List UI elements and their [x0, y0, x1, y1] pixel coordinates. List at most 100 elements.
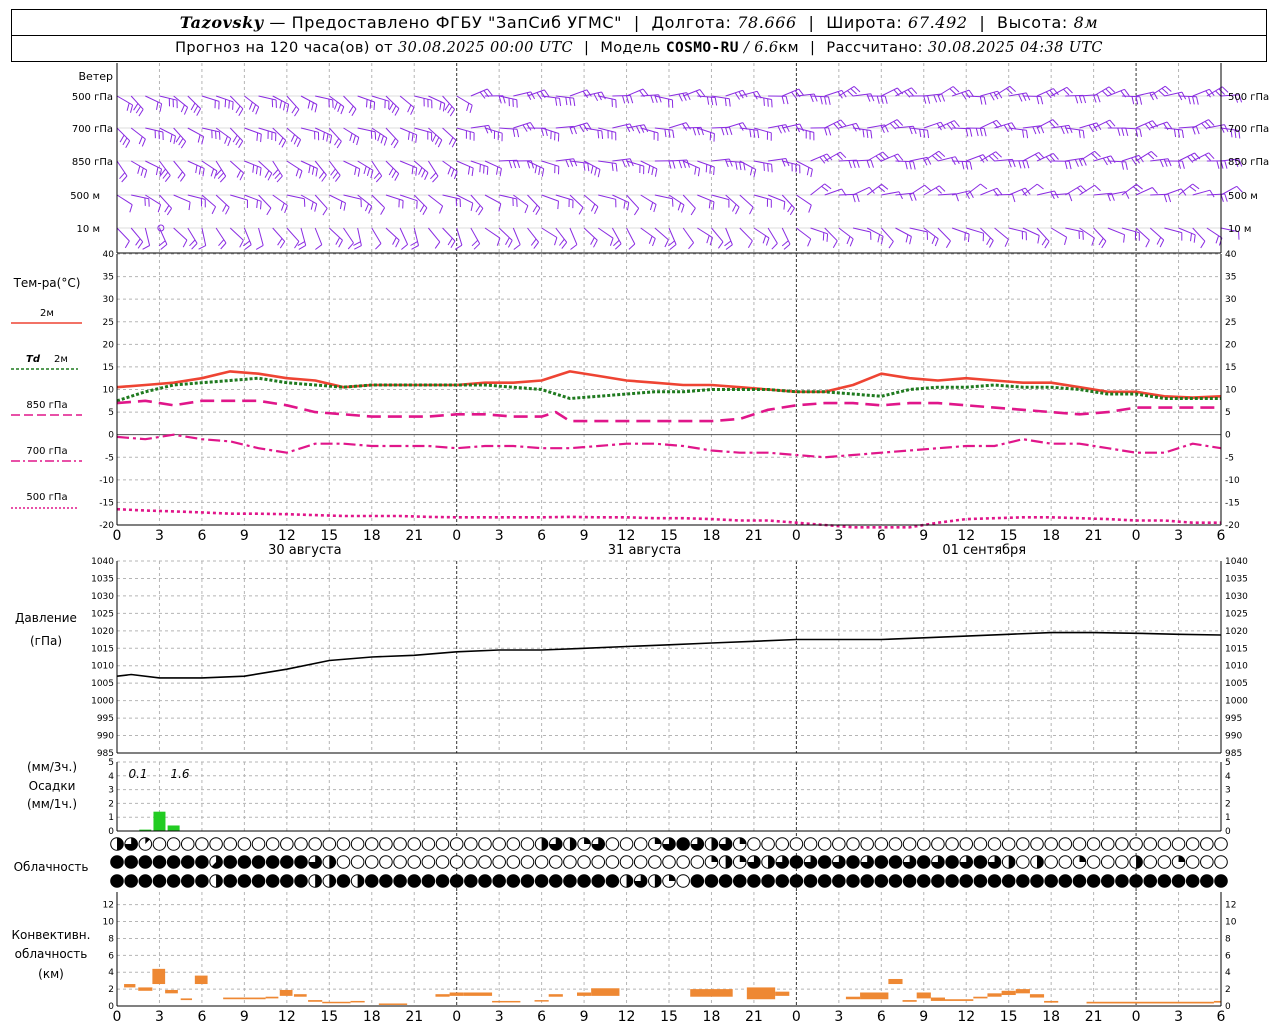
pressure-ytick-right: 1025	[1225, 609, 1248, 619]
pressure-ytick-right: 1010	[1225, 662, 1248, 672]
wind-barb-feather	[486, 166, 489, 175]
cloud-octa-circle	[350, 855, 365, 869]
wind-barb-staff	[442, 227, 456, 242]
cloud-octa-symbol	[676, 855, 690, 869]
cloud-octa-symbol	[704, 837, 719, 851]
wind-barb	[116, 127, 131, 148]
wind-barb-feather	[651, 167, 654, 176]
cloud-octa-circle	[449, 837, 464, 851]
wind-barb-staff	[371, 227, 382, 244]
wind-barb-feather	[573, 158, 578, 167]
wind-barb-feather	[791, 91, 797, 99]
wind-barb-feather	[783, 243, 791, 250]
cloud-octa-circle	[1058, 837, 1073, 851]
cloud-octa-circle	[251, 874, 266, 888]
wind-barb-feather	[256, 199, 258, 208]
wind-barb	[626, 160, 645, 175]
hour-label-bottom: 0	[113, 1009, 122, 1024]
cloud-octa-symbol	[478, 874, 492, 888]
wind-barb-feather	[635, 125, 641, 134]
cloud-octa-symbol	[846, 874, 860, 888]
hour-label-top: 12	[957, 528, 975, 544]
cloud-octa-symbol	[1044, 855, 1058, 869]
cloud-octa-symbol	[534, 874, 549, 888]
wind-barb-staff	[329, 194, 346, 204]
wind-barb	[923, 227, 939, 247]
hour-label-bottom: 12	[957, 1009, 975, 1024]
wind-barb-staff	[1079, 150, 1095, 162]
wind-barb	[470, 88, 493, 99]
wind-barb	[1008, 227, 1027, 241]
cloud-octa-symbol	[1016, 837, 1030, 851]
wind-barb-feather	[239, 172, 245, 181]
wind-barb	[272, 95, 290, 113]
wind-barb-feather	[1216, 160, 1220, 169]
cloud-octa-circle	[1214, 874, 1228, 888]
cloud-octa-circle	[492, 855, 506, 869]
cloud-octa-symbol	[945, 874, 959, 888]
wind-barb	[456, 194, 474, 212]
cloud-octa-symbol	[152, 837, 167, 851]
legend-850-label: 850 гПа	[26, 400, 67, 411]
wind-barb-feather	[159, 103, 163, 112]
cloud-octa-circle	[1044, 855, 1058, 869]
cloud-octa-circle	[761, 837, 775, 851]
wind-barb-feather	[819, 156, 826, 164]
wind-barb-staff	[527, 194, 541, 209]
conv-ytick-left: 4	[108, 968, 114, 978]
wind-barb-staff	[1022, 95, 1041, 97]
wind-barb-staff	[555, 227, 568, 243]
conv-cloud-bar	[194, 975, 208, 985]
cloud-octa-symbol	[548, 837, 563, 851]
wind-barb-staff	[428, 194, 443, 207]
wind-barb-feather	[339, 201, 343, 210]
wind-barb	[541, 160, 560, 175]
cloud-octa-symbol	[563, 855, 577, 869]
wind-barb-staff	[215, 194, 230, 208]
wind-barb-feather	[198, 166, 202, 175]
wind-barb-feather	[137, 241, 144, 249]
cloud-octa-circle	[223, 855, 238, 869]
wind-barb-staff	[173, 160, 186, 176]
temp-ytick-right: 30	[1225, 295, 1237, 305]
wind-barb	[343, 160, 361, 177]
wind-barb-feather	[334, 101, 338, 110]
cloud-octa-symbol	[619, 855, 634, 869]
wind-barb	[598, 160, 618, 172]
cloud-octa-circle	[1086, 855, 1101, 869]
cloud-octa-symbol	[704, 855, 719, 869]
cloud-octa-circle	[874, 855, 889, 869]
wind-barb	[1051, 160, 1072, 170]
wind-barb-feather	[573, 98, 576, 107]
wind-barb	[697, 95, 718, 106]
wind-barb-staff	[343, 95, 357, 110]
cloud-octa-fill	[329, 855, 336, 869]
wind-barb-staff	[880, 227, 894, 242]
wind-barb-feather	[1074, 159, 1079, 167]
cloud-octa-symbol	[648, 855, 662, 869]
wind-barb	[767, 194, 786, 210]
wind-barb-feather	[836, 153, 843, 161]
date-label: 01 сентября	[942, 543, 1026, 558]
cloud-octa-symbol	[308, 874, 322, 888]
precip-bars-layer	[139, 811, 180, 831]
cloud-octa-symbol	[563, 874, 577, 888]
wind-barb-feather	[1098, 238, 1104, 246]
wind-barb-feather	[781, 96, 785, 105]
cloud-octa-symbol	[803, 855, 818, 869]
wind-barb-feather	[649, 202, 654, 211]
wind-barb	[229, 95, 244, 116]
cloud-octa-symbol	[322, 837, 337, 851]
wind-barb-feather	[1068, 161, 1072, 170]
cloud-octa-symbol	[1044, 874, 1058, 888]
temp-ytick-right: 15	[1225, 363, 1236, 373]
cloud-octa-circle	[280, 874, 294, 888]
cloud-octa-symbol	[1030, 837, 1044, 851]
wind-barb	[838, 227, 854, 247]
cloud-octa-circle	[732, 874, 747, 888]
wind-barb-feather	[470, 202, 474, 212]
wind-barb-staff	[173, 95, 188, 108]
date-label: 31 августа	[608, 543, 682, 558]
cloud-octa-circle	[1115, 874, 1129, 888]
wind-barb-feather	[411, 166, 414, 175]
